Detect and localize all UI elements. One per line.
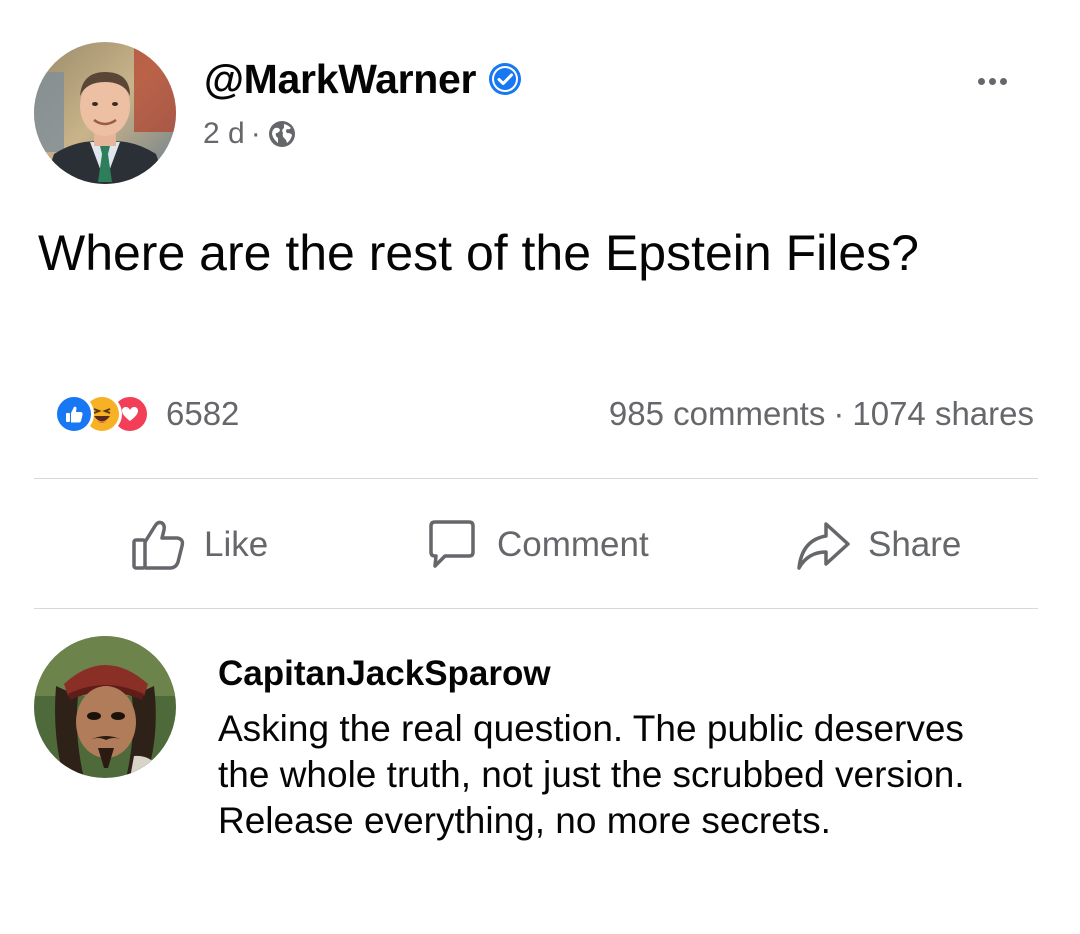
comment-button[interactable]: Comment: [423, 514, 649, 576]
reactions-summary[interactable]: 6582: [54, 392, 239, 436]
counts-separator: ·: [833, 395, 845, 432]
divider-bottom: [34, 608, 1038, 609]
comment-icon: [423, 516, 481, 574]
comment-label: Comment: [497, 525, 649, 564]
comments-count[interactable]: 985 comments: [609, 395, 825, 433]
share-icon: [794, 516, 852, 574]
more-options-icon-dot: [988, 77, 996, 85]
engagement-counts: 985 comments · 1074 shares: [609, 392, 1034, 436]
post-text: Where are the rest of the Epstein Files?: [38, 225, 919, 281]
like-button[interactable]: Like: [130, 514, 268, 576]
commenter-avatar[interactable]: [34, 636, 176, 778]
more-options-button[interactable]: [968, 66, 1016, 96]
like-reaction-icon: [54, 394, 94, 434]
more-options-icon-dot: [977, 77, 985, 85]
author-avatar-image: [34, 42, 176, 184]
share-button[interactable]: Share: [794, 514, 961, 576]
shares-count[interactable]: 1074 shares: [852, 395, 1034, 433]
comment-text: Asking the real question. The public des…: [218, 708, 965, 841]
divider-top: [34, 478, 1038, 479]
like-icon: [130, 516, 188, 574]
more-options-icon-dot: [999, 77, 1007, 85]
globe-icon: [267, 119, 297, 149]
commenter-name[interactable]: CapitanJackSparow: [218, 652, 551, 696]
commenter-avatar-image: [34, 636, 176, 778]
post-meta: 2 d ·: [203, 114, 297, 154]
author-name[interactable]: @MarkWarner: [204, 54, 476, 104]
verified-badge-icon: [488, 62, 522, 96]
reactions-count: 6582: [166, 395, 240, 432]
author-avatar[interactable]: [34, 42, 176, 184]
post-time[interactable]: 2 d: [203, 117, 245, 151]
share-label: Share: [868, 525, 962, 564]
like-label: Like: [204, 525, 269, 564]
author-row: @MarkWarner: [204, 54, 522, 104]
meta-separator: ·: [250, 117, 261, 150]
